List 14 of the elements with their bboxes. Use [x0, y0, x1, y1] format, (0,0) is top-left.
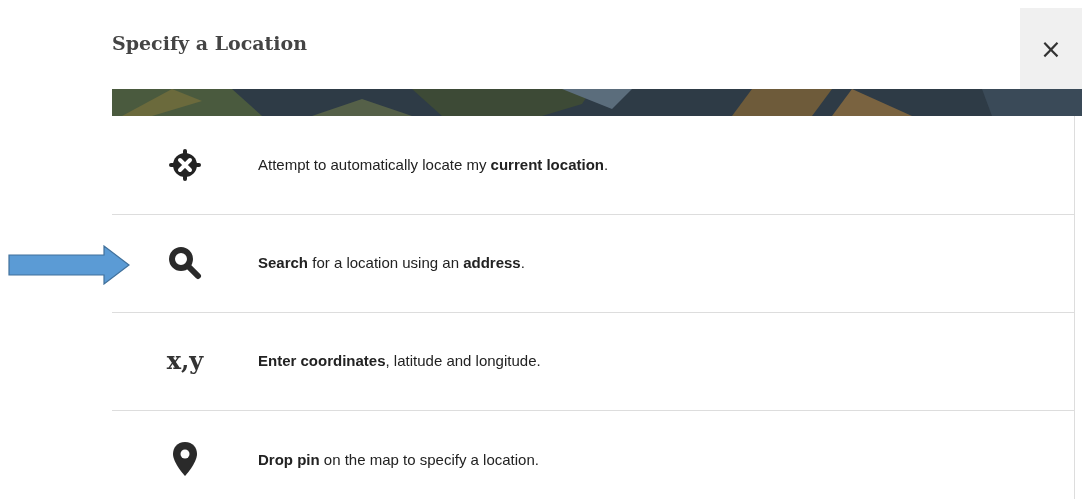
dialog-title: Specify a Location: [112, 31, 308, 54]
option-row[interactable]: Drop pin on the map to specify a location.: [112, 410, 1075, 499]
option-text: Drop pin on the map to specify a location.: [258, 450, 539, 468]
search-icon: [168, 245, 202, 280]
option-row[interactable]: x,y Enter coordinates, latitude and longitude.: [112, 311, 1075, 411]
option-text: Attempt to automatically locate my current location.: [258, 156, 609, 173]
map-pin-icon: [172, 441, 198, 477]
crosshair-icon: [167, 146, 203, 183]
option-text: Search for a location using an address.: [258, 254, 525, 271]
option-row[interactable]: Attempt to automatically locate my current location.: [112, 115, 1075, 215]
close-button[interactable]: ×: [1020, 8, 1082, 89]
option-text: Enter coordinates, latitude and longitude.: [258, 352, 541, 369]
coordinates-icon: x,y: [166, 346, 204, 375]
option-row[interactable]: Search for a location using an address.: [112, 213, 1075, 313]
